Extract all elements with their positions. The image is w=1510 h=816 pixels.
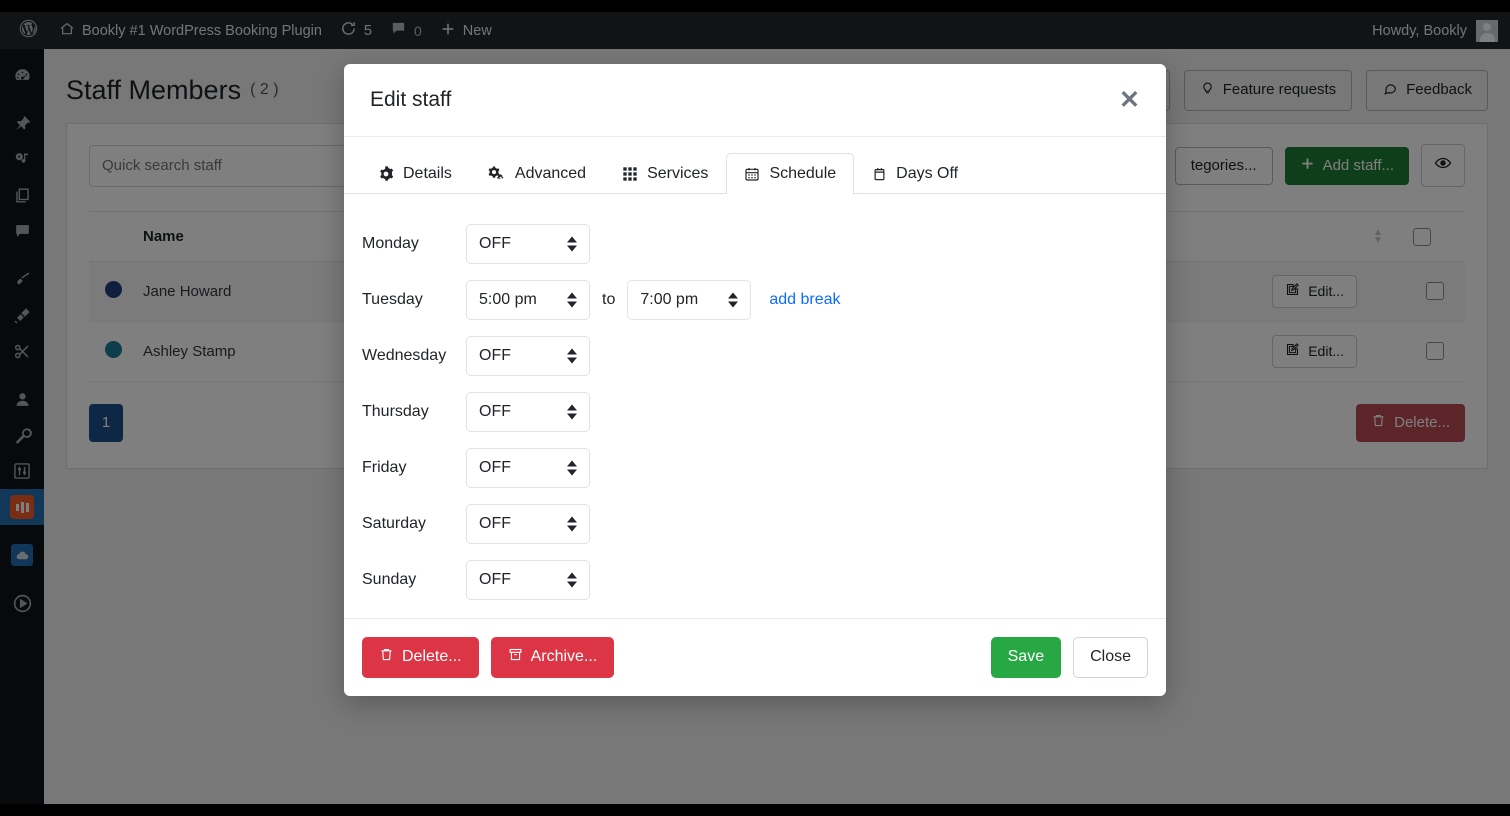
modal-header: Edit staff ✕ [344, 64, 1166, 137]
friday-start-select[interactable]: OFF [466, 448, 590, 488]
tab-label: Days Off [896, 165, 959, 182]
close-button[interactable]: Close [1073, 637, 1148, 678]
schedule-row-tuesday: Tuesday 5:00 pm to 7:00 pm add break [344, 272, 1166, 328]
select-value: OFF [479, 515, 511, 532]
calendar-blank-icon [872, 166, 887, 182]
delete-label: Delete... [402, 648, 462, 666]
tab-label: Advanced [514, 165, 587, 182]
edit-staff-modal: Edit staff ✕ Details Advanced Services S… [344, 64, 1166, 696]
day-label: Monday [362, 235, 419, 252]
schedule-panel: Monday OFF Tuesday 5:00 pm to 7:00 pm ad… [344, 194, 1166, 618]
day-label: Wednesday [362, 347, 447, 364]
modal-title: Edit staff [370, 88, 452, 111]
browser-viewport: Bookly #1 WordPress Booking Plugin 5 [0, 12, 1510, 804]
chevron-updown-icon [567, 460, 577, 476]
tab-schedule[interactable]: Schedule [726, 153, 855, 194]
chevron-updown-icon [567, 572, 577, 588]
sunday-start-select[interactable]: OFF [466, 560, 590, 600]
tuesday-start-select[interactable]: 5:00 pm [466, 280, 590, 320]
select-value: 7:00 pm [640, 291, 699, 308]
saturday-start-select[interactable]: OFF [466, 504, 590, 544]
schedule-row-thursday: Thursday OFF [344, 384, 1166, 440]
chevron-updown-icon [567, 348, 577, 364]
chevron-updown-icon [567, 516, 577, 532]
day-label: Sunday [362, 571, 417, 588]
calendar-icon [744, 166, 760, 182]
tuesday-end-select[interactable]: 7:00 pm [627, 280, 752, 320]
grid-icon [622, 166, 638, 182]
select-value: OFF [479, 571, 511, 588]
gears-icon [488, 165, 506, 183]
tab-advanced[interactable]: Advanced [470, 153, 604, 194]
day-label: Tuesday [362, 291, 423, 308]
tab-days-off[interactable]: Days Off [854, 153, 976, 194]
schedule-row-sunday: Sunday OFF [344, 552, 1166, 608]
modal-archive-button[interactable]: Archive... [490, 636, 615, 679]
schedule-row-monday: Monday OFF [344, 216, 1166, 272]
archive-icon [508, 647, 523, 669]
add-break-link[interactable]: add break [769, 291, 840, 309]
schedule-row-saturday: Saturday OFF [344, 496, 1166, 552]
modal-tabs: Details Advanced Services Schedule Days … [344, 137, 1166, 194]
day-label: Friday [362, 459, 407, 476]
day-label: Saturday [362, 515, 427, 532]
select-value: OFF [479, 347, 511, 364]
tab-services[interactable]: Services [604, 153, 726, 194]
wednesday-start-select[interactable]: OFF [466, 336, 590, 376]
schedule-row-wednesday: Wednesday OFF [344, 328, 1166, 384]
select-value: OFF [479, 459, 511, 476]
chevron-updown-icon [728, 292, 739, 308]
gear-icon [378, 166, 394, 182]
chevron-updown-icon [567, 404, 577, 420]
chevron-updown-icon [567, 236, 577, 252]
save-button[interactable]: Save [990, 637, 1062, 678]
monday-start-select[interactable]: OFF [466, 224, 590, 264]
tab-details[interactable]: Details [360, 153, 470, 194]
select-value: OFF [479, 235, 511, 252]
day-label: Thursday [362, 403, 429, 420]
modal-delete-button[interactable]: Delete... [362, 636, 479, 679]
thursday-start-select[interactable]: OFF [466, 392, 590, 432]
archive-label: Archive... [530, 648, 598, 666]
tab-label: Services [647, 165, 709, 182]
select-value: OFF [479, 403, 511, 420]
tab-label: Details [403, 165, 452, 182]
to-label: to [602, 291, 616, 308]
modal-footer: Delete... Archive... Save Close [344, 618, 1166, 696]
tab-label: Schedule [769, 165, 837, 182]
schedule-row-friday: Friday OFF [344, 440, 1166, 496]
close-icon[interactable]: ✕ [1119, 87, 1140, 113]
select-value: 5:00 pm [479, 291, 537, 308]
chevron-updown-icon [567, 292, 577, 308]
trash-icon [379, 647, 394, 669]
